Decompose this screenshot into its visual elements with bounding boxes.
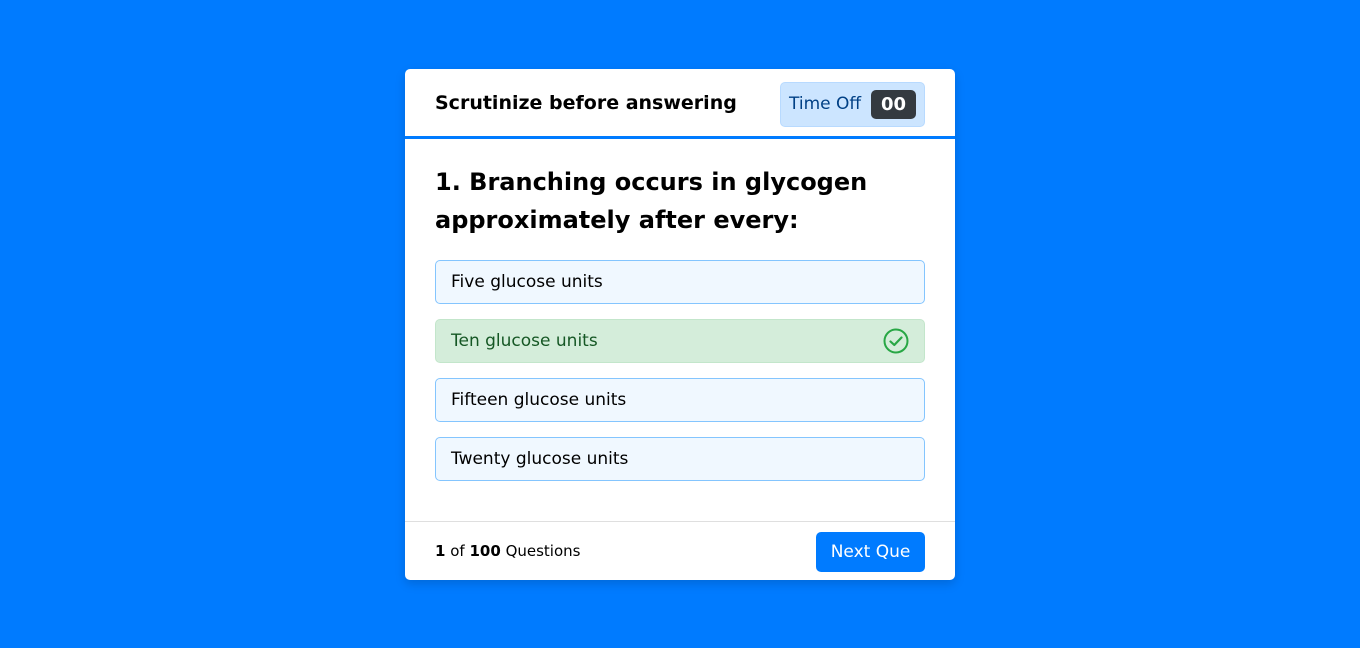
option-label: Ten glucose units <box>451 331 598 351</box>
option-label: Five glucose units <box>451 272 603 292</box>
quiz-title: Scrutinize before answering <box>435 92 737 114</box>
quiz-card: Scrutinize before answering Time Off 00 … <box>405 69 955 580</box>
timer-seconds: 00 <box>871 90 916 119</box>
quiz-header: Scrutinize before answering Time Off 00 <box>405 69 955 139</box>
option-label: Fifteen glucose units <box>451 390 627 410</box>
option-five-glucose-units[interactable]: Five glucose units <box>435 260 925 304</box>
question-counter: 1 of 100 Questions <box>435 542 580 560</box>
check-circle-icon <box>883 328 909 354</box>
quiz-footer: 1 of 100 Questions Next Que <box>405 521 955 580</box>
option-twenty-glucose-units[interactable]: Twenty glucose units <box>435 437 925 481</box>
counter-of-label: of <box>450 542 465 560</box>
question-text: 1. Branching occurs in glycogen approxim… <box>435 168 868 234</box>
current-question-number: 1 <box>435 542 446 560</box>
option-ten-glucose-units[interactable]: Ten glucose units <box>435 319 925 363</box>
total-questions: 100 <box>469 542 501 560</box>
option-label: Twenty glucose units <box>451 449 629 469</box>
timer: Time Off 00 <box>780 82 925 127</box>
option-fifteen-glucose-units[interactable]: Fifteen glucose units <box>435 378 925 422</box>
timer-label: Time Off <box>789 94 862 114</box>
counter-questions-label: Questions <box>505 542 581 560</box>
next-question-button[interactable]: Next Que <box>816 532 925 572</box>
